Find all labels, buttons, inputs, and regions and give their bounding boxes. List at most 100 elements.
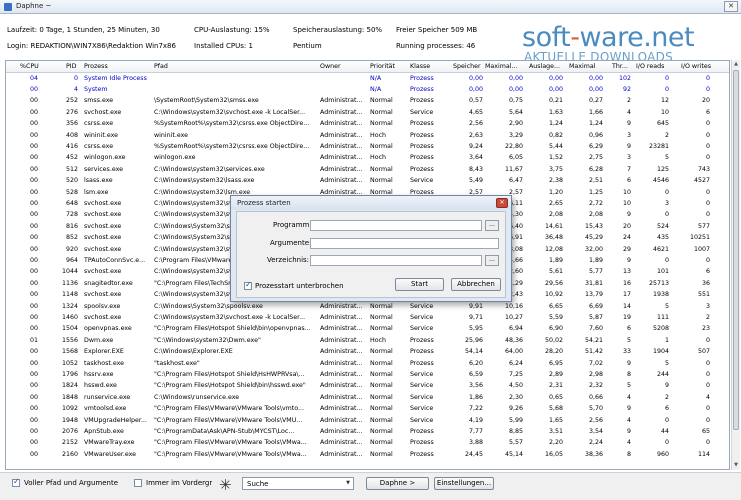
scroll-thumb[interactable]: [733, 70, 739, 430]
cell-cpu: 00: [29, 199, 38, 207]
cell-max-pagefile: 1,24: [588, 120, 603, 128]
column-header-process[interactable]: Prozess: [84, 63, 108, 70]
cell-io-writes: 0: [705, 211, 710, 219]
cell-threads: 5: [626, 336, 631, 344]
table-row[interactable]: 00 2152 VMwareTray.exe "C:\Program Files\VM…: [6, 438, 729, 449]
table-row[interactable]: 00 356 csrss.exe %SystemRoot%\system32\csrs…: [6, 119, 729, 130]
column-header-cpu[interactable]: %CPU: [20, 63, 39, 70]
cell-cpu: 00: [29, 131, 38, 139]
cell-max-memory: 45,14: [504, 450, 523, 458]
table-row[interactable]: 00 1504 openvpnas.exe "C:\Program Files\Hot…: [6, 324, 729, 335]
cell-class: Prozess: [410, 336, 434, 344]
cell-pagefile: 3,75: [548, 165, 563, 173]
table-row[interactable]: 00 2160 VMwareUser.exe "C:\Program Files\VM…: [6, 449, 729, 460]
cell-io-writes: 551: [697, 291, 710, 299]
search-combobox[interactable]: Suche ▼: [242, 477, 354, 490]
cell-io-reads: 10: [660, 108, 669, 116]
cell-class: Service: [410, 405, 434, 413]
scroll-down-icon[interactable]: ▼: [732, 461, 740, 470]
column-header-owner[interactable]: Owner: [320, 63, 341, 70]
table-row[interactable]: 00 2076 ApnStub.exe "C:\ProgramData\Ask\APN…: [6, 426, 729, 437]
table-row[interactable]: 00 1460 svchost.exe C:\Windows\system32\svc…: [6, 312, 729, 323]
cell-process: VMwareTray.exe: [84, 439, 135, 447]
cell-max-memory: 9,26: [508, 405, 523, 413]
suspended-start-checkbox[interactable]: [244, 280, 252, 290]
cell-pid: 2152: [61, 439, 78, 447]
daphne-button[interactable]: Daphne >: [366, 477, 429, 490]
cell-io-writes: 0: [705, 131, 710, 139]
column-header-max-memory[interactable]: Maximal...: [485, 63, 525, 70]
table-row[interactable]: 00 1824 hsswd.exe "C:\Program Files\Hotspot…: [6, 381, 729, 392]
cell-threads: 5: [626, 382, 631, 390]
column-header-max-pagefile[interactable]: Maximal: [569, 63, 605, 70]
table-row[interactable]: 00 520 lsass.exe C:\Windows\system32\lsass.…: [6, 176, 729, 187]
full-path-checkbox[interactable]: [12, 477, 20, 487]
program-browse-button[interactable]: ...: [485, 220, 499, 231]
cell-class: Service: [410, 416, 434, 424]
cell-max-memory: 4,50: [508, 382, 523, 390]
cell-max-memory: 6,05: [508, 154, 523, 162]
cancel-button[interactable]: Abbrechen: [451, 278, 501, 291]
table-row[interactable]: 00 1848 runservice.exe C:\Windows\runservic…: [6, 392, 729, 403]
cell-cpu: 04: [29, 74, 38, 82]
table-row[interactable]: 00 1324 spoolsv.exe C:\Windows\System32\spo…: [6, 301, 729, 312]
cell-io-reads: 6: [664, 405, 669, 413]
table-row[interactable]: 00 1092 vmtoolsd.exe "C:\Program Files\VMwa…: [6, 404, 729, 415]
cell-io-reads: 3: [664, 199, 669, 207]
column-header-io-reads[interactable]: I/O reads: [636, 63, 664, 70]
cell-threads: 6: [626, 177, 631, 185]
cell-class: Prozess: [410, 165, 434, 173]
cell-pagefile: 2,65: [548, 199, 563, 207]
column-header-class[interactable]: Klasse: [410, 63, 430, 70]
table-row[interactable]: 01 1556 Dwm.exe "C:\Windows\system32\Dwm.ex…: [6, 335, 729, 346]
table-row[interactable]: 00 252 smss.exe \SystemRoot\System32\smss.e…: [6, 96, 729, 107]
table-row[interactable]: 00 276 svchost.exe C:\Windows\system32\svch…: [6, 107, 729, 118]
column-header-path[interactable]: Pfad: [154, 63, 168, 70]
program-input[interactable]: [310, 220, 482, 231]
column-header-io-writes[interactable]: I/O writes: [681, 63, 711, 70]
always-on-top-checkbox[interactable]: [134, 479, 142, 487]
table-row[interactable]: 00 408 wininit.exe wininit.exe Administrat..…: [6, 130, 729, 141]
crosshair-icon[interactable]: ✳: [219, 476, 232, 494]
cell-memory: 4,65: [468, 108, 483, 116]
column-header-priority[interactable]: Priorität: [370, 63, 395, 70]
table-row[interactable]: 04 0 System Idle Process N/A Prozess 0,00 0,00…: [6, 73, 729, 84]
settings-button[interactable]: Einstellungen...: [434, 477, 494, 490]
scroll-up-icon[interactable]: ▲: [732, 60, 740, 69]
window-close-button[interactable]: ✕: [724, 1, 738, 12]
vertical-scrollbar[interactable]: ▲ ▼: [731, 60, 740, 470]
cell-pid: 1460: [61, 313, 78, 321]
cell-io-reads: 4546: [652, 177, 669, 185]
cell-pagefile: 5,61: [548, 268, 563, 276]
cell-max-memory: 7,25: [508, 370, 523, 378]
table-row[interactable]: 00 4 System N/A Prozess 0,00 0,00 0,00 0,00 92 0 0: [6, 84, 729, 95]
column-header-pagefile[interactable]: Auslage...: [529, 63, 567, 70]
column-header-pid[interactable]: PID: [66, 63, 77, 70]
directory-input[interactable]: [310, 255, 482, 266]
cell-path: "C:\Program Files\VMware\VMware Tools\vm…: [154, 405, 305, 413]
cell-process: svchost.exe: [84, 211, 122, 219]
cell-max-pagefile: 2,75: [588, 154, 603, 162]
cell-pagefile: 2,20: [548, 439, 563, 447]
cell-io-writes: 36: [701, 279, 710, 287]
cell-priority: Normal: [370, 302, 393, 310]
cell-io-writes: 0: [705, 416, 710, 424]
table-row[interactable]: 00 512 services.exe C:\Windows\system32\ser…: [6, 164, 729, 175]
cell-process: Dwm.exe: [84, 336, 114, 344]
column-header-memory[interactable]: Speicher: [453, 63, 481, 70]
cell-pid: 512: [65, 165, 78, 173]
table-row[interactable]: 00 452 winlogon.exe winlogon.exe Administrat…: [6, 153, 729, 164]
table-row[interactable]: 00 1796 hssrv.exe "C:\Program Files\Hotspot…: [6, 369, 729, 380]
table-row[interactable]: 00 1948 VMUpgradeHelper... "C:\Program File…: [6, 415, 729, 426]
directory-browse-button[interactable]: ...: [485, 255, 499, 266]
table-row[interactable]: 00 1052 taskhost.exe "taskhost.exe" Administ…: [6, 358, 729, 369]
dialog-close-button[interactable]: ✕: [496, 198, 508, 208]
cell-process: svchost.exe: [84, 108, 122, 116]
cell-max-memory: 5,57: [508, 439, 523, 447]
table-row[interactable]: 00 416 csrss.exe %SystemRoot%\system32\csrs…: [6, 141, 729, 152]
table-row[interactable]: 00 1568 Explorer.EXE C:\Windows\Explorer.EX…: [6, 347, 729, 358]
column-header-threads[interactable]: Thr...: [612, 63, 632, 70]
start-button[interactable]: Start: [395, 278, 444, 291]
arguments-input[interactable]: [310, 238, 499, 249]
chevron-down-icon[interactable]: ▼: [343, 478, 353, 489]
